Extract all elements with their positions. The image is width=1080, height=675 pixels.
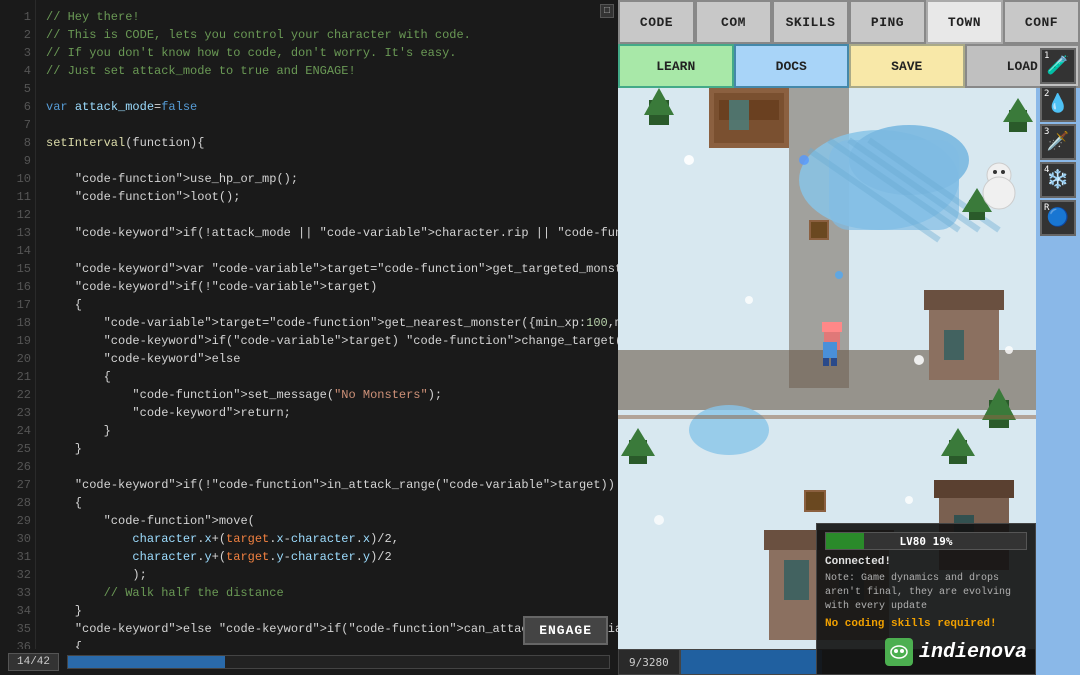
- nav-ping[interactable]: PING: [849, 0, 926, 44]
- game-panel[interactable]: CODECOMSKILLSPINGTOWNCONF LEARNDOCSSAVEL…: [618, 0, 1080, 675]
- skill-slot-number: 2: [1044, 89, 1049, 99]
- top-nav: CODECOMSKILLSPINGTOWNCONF: [618, 0, 1080, 44]
- code-line-17: {: [46, 296, 608, 314]
- no-coding-label: No coding skills required!: [825, 618, 1027, 630]
- code-hp-bar: [67, 655, 610, 669]
- logo-area: indienova: [825, 638, 1027, 666]
- code-line-15: "code-keyword">var "code-variable">targe…: [46, 260, 608, 278]
- nav-town[interactable]: TOWN: [926, 0, 1003, 44]
- code-line-29: "code-function">move(: [46, 512, 608, 530]
- skill-slot-number: 1: [1044, 51, 1049, 61]
- code-line-10: "code-function">use_hp_or_mp();: [46, 170, 608, 188]
- code-line-30: character.x+(target.x-character.x)/2,: [46, 530, 608, 548]
- skill-slot-number: 4: [1044, 165, 1049, 175]
- engage-button[interactable]: ENGAGE: [523, 616, 608, 645]
- sec-nav-save[interactable]: SAVE: [849, 44, 965, 88]
- skill-slot-number: R: [1044, 203, 1049, 213]
- code-line-3: // If you don't know how to code, don't …: [46, 44, 608, 62]
- main-layout: □ 12345678910111213141516171819202122232…: [0, 0, 1080, 675]
- game-hp-fill: [681, 650, 823, 674]
- code-line-31: character.y+(target.y-character.y)/2: [46, 548, 608, 566]
- code-line-18: "code-variable">target="code-function">g…: [46, 314, 608, 332]
- code-line-1: // Hey there!: [46, 8, 608, 26]
- game-counter: 9/3280: [618, 649, 680, 675]
- code-line-32: );: [46, 566, 608, 584]
- skill-slot-number: 3: [1044, 127, 1049, 137]
- wechat-icon[interactable]: [885, 638, 913, 666]
- code-lines[interactable]: // Hey there!// This is CODE, lets you c…: [36, 0, 618, 649]
- code-counter: 14/42: [8, 653, 59, 671]
- code-line-6: var attack_mode=false: [46, 98, 608, 116]
- skill-slot-2[interactable]: 2💧: [1040, 86, 1076, 122]
- code-line-12: [46, 206, 608, 224]
- code-editor[interactable]: 1234567891011121314151617181920212223242…: [0, 0, 618, 649]
- code-line-21: {: [46, 368, 608, 386]
- code-line-22: "code-function">set_message("No Monsters…: [46, 386, 608, 404]
- nav-code[interactable]: CODE: [618, 0, 695, 44]
- nav-conf[interactable]: CONF: [1003, 0, 1080, 44]
- nav-com[interactable]: COM: [695, 0, 772, 44]
- sec-nav-learn[interactable]: LEARN: [618, 44, 734, 88]
- connection-status: Connected!: [825, 556, 1027, 568]
- indienova-logo: indienova: [919, 641, 1027, 664]
- code-hp-fill: [68, 656, 225, 668]
- code-line-19: "code-keyword">if("code-variable">target…: [46, 332, 608, 350]
- xp-bar-container: LV80 19%: [825, 532, 1027, 550]
- right-sidebar: 1🧪2💧3🗡️4❄️R🔵: [1036, 44, 1080, 240]
- code-line-9: [46, 152, 608, 170]
- code-line-7: [46, 116, 608, 134]
- skill-slot-3[interactable]: 3🗡️: [1040, 124, 1076, 160]
- line-numbers: 1234567891011121314151617181920212223242…: [0, 0, 36, 649]
- code-panel: □ 12345678910111213141516171819202122232…: [0, 0, 618, 675]
- code-line-11: "code-function">loot();: [46, 188, 608, 206]
- code-line-27: "code-keyword">if(!"code-function">in_at…: [46, 476, 608, 494]
- code-line-24: }: [46, 422, 608, 440]
- skill-slot-R[interactable]: R🔵: [1040, 200, 1076, 236]
- nav-skills[interactable]: SKILLS: [772, 0, 849, 44]
- code-bottom-bar: 14/42: [0, 649, 618, 675]
- code-line-16: "code-keyword">if(!"code-variable">targe…: [46, 278, 608, 296]
- code-line-20: "code-keyword">else: [46, 350, 608, 368]
- code-line-26: [46, 458, 608, 476]
- code-line-14: [46, 242, 608, 260]
- skill-slot-1[interactable]: 1🧪: [1040, 48, 1076, 84]
- code-line-2: // This is CODE, lets you control your c…: [46, 26, 608, 44]
- info-panel: LV80 19% Connected! Note: Game dynamics …: [816, 523, 1036, 675]
- sec-nav-docs[interactable]: DOCS: [734, 44, 850, 88]
- code-line-8: setInterval(function){: [46, 134, 608, 152]
- code-line-33: // Walk half the distance: [46, 584, 608, 602]
- code-line-23: "code-keyword">return;: [46, 404, 608, 422]
- code-line-5: [46, 80, 608, 98]
- second-nav: LEARNDOCSSAVELOAD: [618, 44, 1080, 88]
- code-line-28: {: [46, 494, 608, 512]
- xp-label: LV80 19%: [826, 533, 1026, 549]
- skill-slot-4[interactable]: 4❄️: [1040, 162, 1076, 198]
- info-note: Note: Game dynamics and drops aren't fin…: [825, 572, 1027, 614]
- code-line-25: }: [46, 440, 608, 458]
- code-line-13: "code-keyword">if(!attack_mode || "code-…: [46, 224, 608, 242]
- code-line-4: // Just set attack_mode to true and ENGA…: [46, 62, 608, 80]
